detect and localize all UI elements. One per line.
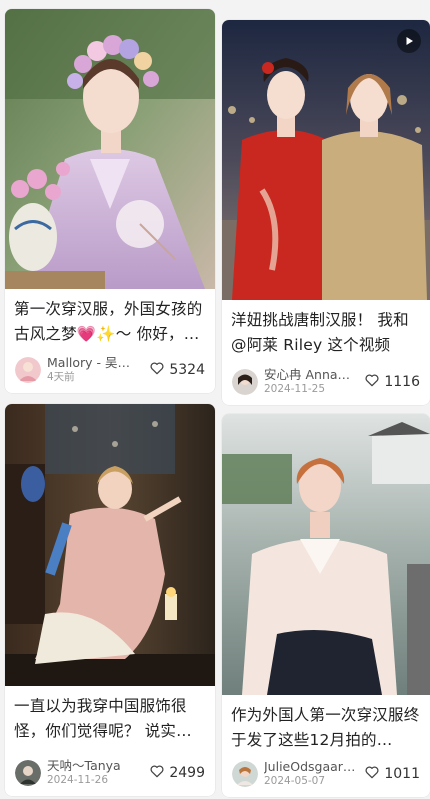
- post-date: 2024-05-07: [264, 775, 326, 787]
- card-cover-image[interactable]: [5, 404, 215, 686]
- heart-outline-icon: [364, 764, 384, 784]
- card-meta: 天呐～Tanya 2024-11-26 2499: [5, 750, 215, 796]
- card-meta: JulieOdsgaar… 2024-05-07 1011: [222, 751, 430, 797]
- like-count: 1011: [384, 766, 420, 782]
- feed-card-4[interactable]: 作为外国人第一次穿汉服终于发了这些12月拍的… JulieOdsgaar… 20…: [222, 414, 430, 797]
- card-cover-image[interactable]: [222, 414, 430, 695]
- card-title[interactable]: 作为外国人第一次穿汉服终于发了这些12月拍的…: [222, 703, 430, 753]
- author-name: JulieOdsgaar…: [264, 760, 356, 774]
- card-cover-image[interactable]: [5, 9, 215, 289]
- card-meta: Mallory - 吴… 4天前 5324: [5, 347, 215, 393]
- like-button[interactable]: 5324: [149, 360, 205, 380]
- heart-outline-icon: [149, 763, 169, 783]
- play-icon: [403, 35, 415, 47]
- avatar[interactable]: [15, 760, 41, 786]
- video-play-badge: [397, 29, 421, 53]
- heart-outline-icon: [149, 360, 169, 380]
- feed-card-1[interactable]: 第一次穿汉服，外国女孩的古风之梦💗✨～ 你好，… Mallory - 吴… 4天…: [5, 9, 215, 393]
- avatar[interactable]: [15, 357, 41, 383]
- like-button[interactable]: 1116: [364, 372, 420, 392]
- avatar[interactable]: [232, 369, 258, 395]
- feed-card-3[interactable]: 一直以为我穿中国服饰很怪，你们觉得呢？ 说实… 天呐～Tanya 2024-11…: [5, 404, 215, 796]
- post-date: 2024-11-25: [264, 383, 326, 395]
- like-count: 1116: [384, 374, 420, 390]
- heart-outline-icon: [364, 372, 384, 392]
- post-date: 2024-11-26: [47, 774, 109, 786]
- like-count: 2499: [169, 765, 205, 781]
- author-info[interactable]: 天呐～Tanya 2024-11-26: [47, 759, 149, 787]
- card-title[interactable]: 一直以为我穿中国服饰很怪，你们觉得呢？ 说实…: [5, 694, 215, 744]
- like-button[interactable]: 1011: [364, 764, 420, 784]
- like-count: 5324: [169, 362, 205, 378]
- author-name: Mallory - 吴…: [47, 356, 131, 370]
- card-title[interactable]: 洋妞挑战唐制汉服！ 我和@阿莱 Riley 这个视频发…: [222, 308, 430, 358]
- author-info[interactable]: JulieOdsgaar… 2024-05-07: [264, 760, 364, 788]
- card-meta: 安心冉 Anna… 2024-11-25 1116: [222, 359, 430, 405]
- feed-card-2[interactable]: 洋妞挑战唐制汉服！ 我和@阿莱 Riley 这个视频发… 安心冉 Anna… 2…: [222, 20, 430, 405]
- like-button[interactable]: 2499: [149, 763, 205, 783]
- card-cover-image[interactable]: [222, 20, 430, 300]
- author-info[interactable]: Mallory - 吴… 4天前: [47, 356, 149, 384]
- post-date: 4天前: [47, 371, 75, 383]
- card-title[interactable]: 第一次穿汉服，外国女孩的古风之梦💗✨～ 你好，…: [5, 297, 215, 347]
- author-name: 安心冉 Anna…: [264, 368, 351, 382]
- avatar[interactable]: [232, 761, 258, 787]
- author-info[interactable]: 安心冉 Anna… 2024-11-25: [264, 368, 364, 396]
- author-name: 天呐～Tanya: [47, 759, 121, 773]
